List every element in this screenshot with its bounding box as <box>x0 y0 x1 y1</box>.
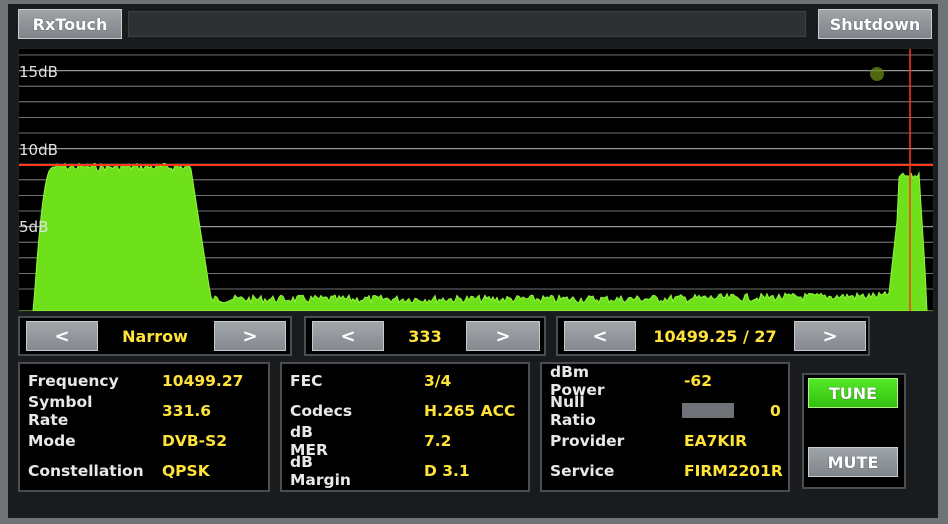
symbol-rate-control: < 333 > <box>304 316 546 356</box>
indicator-dot <box>870 67 884 81</box>
symbol-rate-prev-button[interactable]: < <box>312 321 384 351</box>
constellation-readout: QPSK <box>162 462 210 480</box>
provider-readout: EA7KIR <box>684 432 748 450</box>
frequency-label: Frequency <box>28 372 119 390</box>
mer-readout: 7.2 <box>424 432 452 450</box>
symbol-rate-value: 333 <box>408 326 442 346</box>
null-ratio-readout: 0 <box>770 402 781 420</box>
service-readout: FIRM2201R <box>684 462 783 480</box>
frequency-prev-button[interactable]: < <box>564 321 636 351</box>
margin-readout: D 3.1 <box>424 462 470 480</box>
y-label-15db: 15dB <box>19 63 58 81</box>
y-label-10db: 10dB <box>19 141 58 159</box>
status-bar <box>128 11 806 37</box>
symbol-rate-next-button[interactable]: > <box>466 321 540 351</box>
y-label-5db: 5dB <box>19 218 48 236</box>
mute-button[interactable]: MUTE <box>808 447 898 477</box>
bandwidth-control: < Narrow > <box>18 316 292 356</box>
power-readout: -62 <box>684 372 713 390</box>
fec-readout: 3/4 <box>424 372 452 390</box>
frequency-readout: 10499.27 <box>162 372 244 390</box>
rxtouch-button[interactable]: RxTouch <box>18 9 122 39</box>
service-label: Service <box>550 462 615 480</box>
constellation-label: Constellation <box>28 462 144 480</box>
receiver-info-panel: Frequency 10499.27 Symbol Rate 331.6 Mode D… <box>18 362 270 492</box>
frequency-value: 10499.25 / 27 <box>653 326 777 346</box>
shutdown-button[interactable]: Shutdown <box>818 9 932 39</box>
null-ratio-bar <box>682 403 734 418</box>
fec-label: FEC <box>290 372 323 390</box>
spectrum-display[interactable]: 15dB 10dB 5dB <box>18 48 934 312</box>
provider-label: Provider <box>550 432 625 450</box>
mode-label: Mode <box>28 432 76 450</box>
bandwidth-prev-button[interactable]: < <box>26 321 98 351</box>
tune-button[interactable]: TUNE <box>808 378 898 408</box>
signal-info-panel: dBm Power -62 Null Ratio 0 Provider EA7KIR… <box>540 362 790 492</box>
symbol-rate-label: Symbol Rate <box>28 393 93 429</box>
spectrum-svg: 15dB 10dB 5dB <box>19 49 933 311</box>
null-ratio-label: Null Ratio <box>550 393 596 429</box>
action-panel: TUNE MUTE <box>802 373 906 489</box>
bandwidth-value: Narrow <box>122 326 188 346</box>
codecs-label: Codecs <box>290 402 353 420</box>
frequency-next-button[interactable]: > <box>794 321 866 351</box>
symbol-rate-readout: 331.6 <box>162 402 212 420</box>
margin-label: dB Margin <box>290 453 351 489</box>
mode-readout: DVB-S2 <box>162 432 228 450</box>
decoder-info-panel: FEC 3/4 Codecs H.265 ACC dB MER 7.2 dB Marg… <box>280 362 530 492</box>
frequency-control: < 10499.25 / 27 > <box>556 316 870 356</box>
codecs-readout: H.265 ACC <box>424 402 516 420</box>
bandwidth-next-button[interactable]: > <box>214 321 286 351</box>
